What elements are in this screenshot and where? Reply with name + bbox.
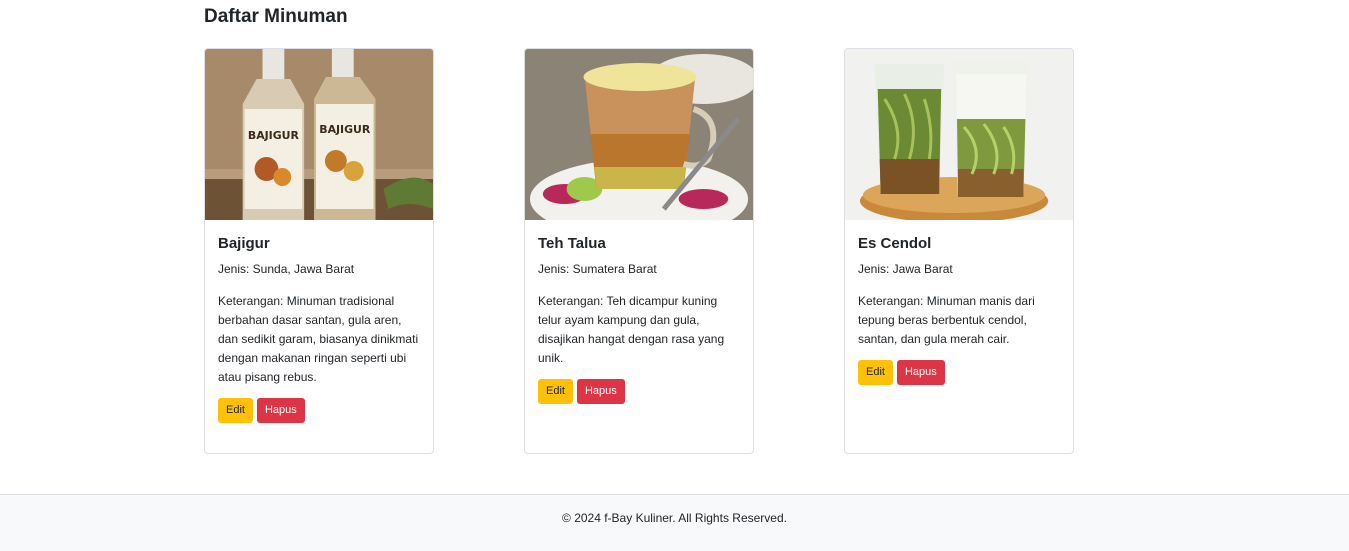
drink-name: Teh Talua (538, 235, 606, 252)
card-actions: Edit Hapus (218, 398, 420, 423)
drink-origin: Jenis: Jawa Barat (858, 262, 953, 276)
drink-origin: Jenis: Sunda, Jawa Barat (218, 262, 355, 276)
drink-name: Bajigur (218, 235, 270, 252)
drink-description: Keterangan: Teh dicampur kuning telur ay… (538, 294, 725, 365)
section-title: Daftar Minuman (204, 6, 348, 27)
bottle-label-text: BAJIGUR (319, 123, 371, 136)
delete-button[interactable]: Hapus (256, 398, 305, 423)
card-body: Teh Talua Jenis: Sumatera Barat Keterang… (525, 220, 753, 417)
drink-image-es-cendol (845, 49, 1073, 220)
delete-button[interactable]: Hapus (896, 360, 945, 385)
drink-image-bajigur: BAJIGUR BAJIGUR (205, 49, 433, 220)
drink-card-teh-talua: Teh Talua Jenis: Sumatera Barat Keterang… (524, 48, 754, 454)
footer: © 2024 f-Bay Kuliner. All Rights Reserve… (0, 494, 1349, 551)
page: Daftar Minuman BAJIGUR BAJIGUR Bajigur J… (0, 0, 1349, 551)
drink-name: Es Cendol (858, 235, 932, 252)
edit-button[interactable]: Edit (218, 398, 253, 423)
edit-button[interactable]: Edit (858, 360, 893, 385)
drink-description: Keterangan: Minuman tradisional berbahan… (218, 294, 419, 384)
copyright-text: © 2024 f-Bay Kuliner. All Rights Reserve… (562, 511, 787, 525)
drink-image-teh-talua (525, 49, 753, 220)
delete-button[interactable]: Hapus (576, 379, 625, 404)
card-actions: Edit Hapus (538, 379, 740, 404)
drink-card-es-cendol: Es Cendol Jenis: Jawa Barat Keterangan: … (844, 48, 1074, 454)
drink-card-bajigur: BAJIGUR BAJIGUR Bajigur Jenis: Sunda, Ja… (204, 48, 434, 454)
card-body: Bajigur Jenis: Sunda, Jawa Barat Keteran… (205, 220, 433, 436)
card-body: Es Cendol Jenis: Jawa Barat Keterangan: … (845, 220, 1073, 398)
bottle-label-text: BAJIGUR (248, 129, 300, 142)
drink-origin: Jenis: Sumatera Barat (538, 262, 657, 276)
edit-button[interactable]: Edit (538, 379, 573, 404)
card-actions: Edit Hapus (858, 360, 1060, 385)
drink-description: Keterangan: Minuman manis dari tepung be… (858, 294, 1035, 346)
